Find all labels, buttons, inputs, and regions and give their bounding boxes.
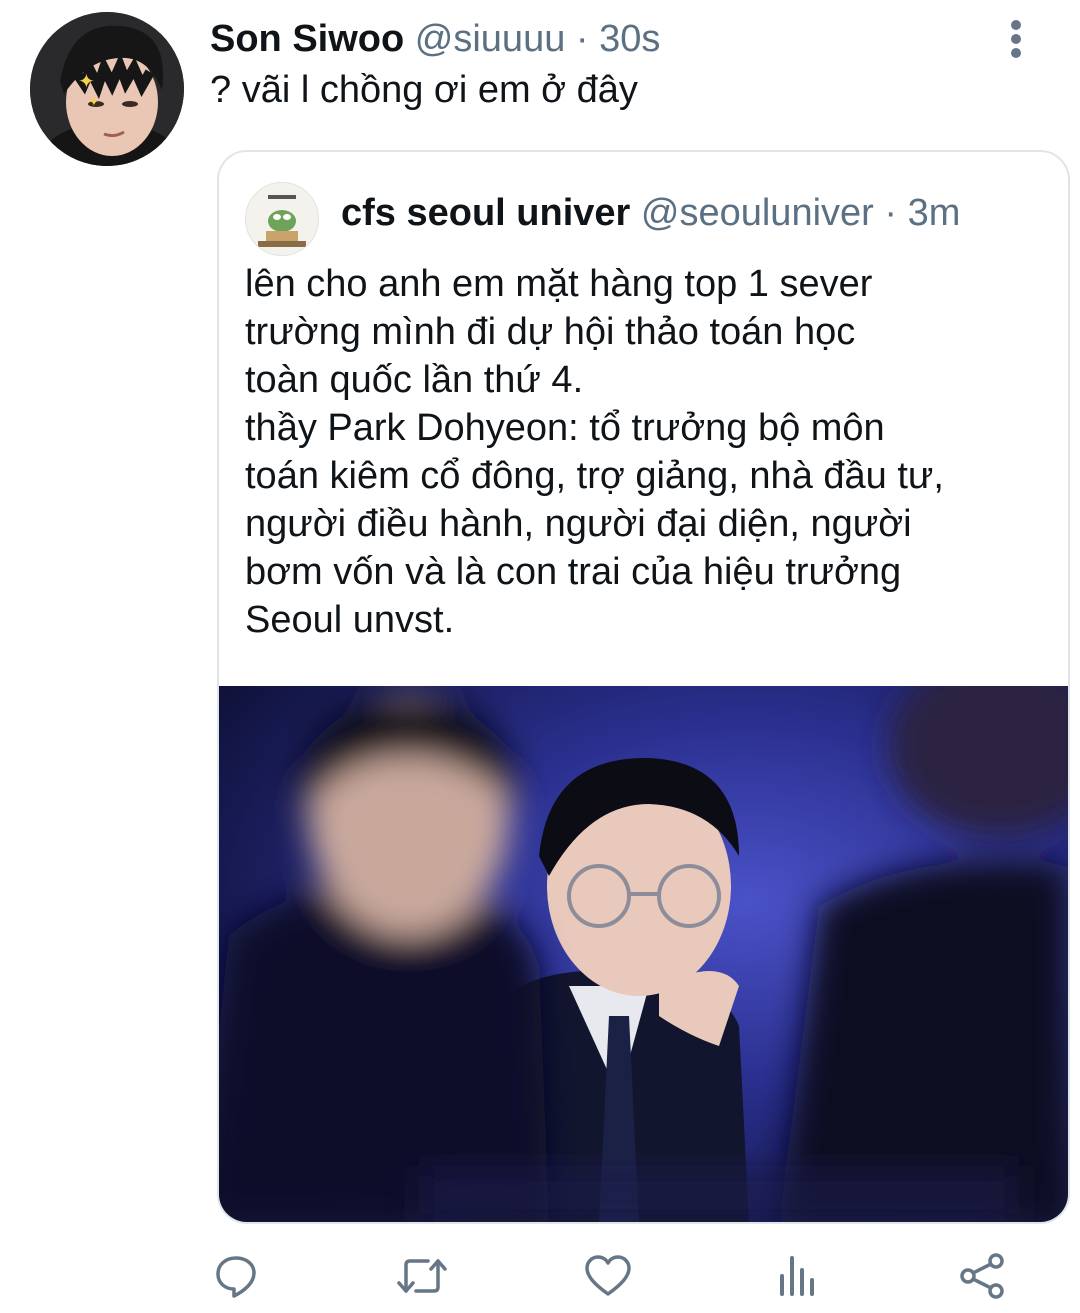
retweet-button[interactable] — [394, 1248, 450, 1304]
reply-button[interactable] — [208, 1248, 264, 1304]
share-icon — [960, 1253, 1004, 1299]
quoted-text-line: người điều hành, người đại diện, người — [245, 503, 912, 545]
quoted-tweet-header: cfs seoul univer @seouluniver · 3m — [341, 190, 960, 236]
tweet-header: Son Siwoo @siuuuu · 30s — [210, 16, 660, 62]
analytics-icon — [780, 1256, 814, 1296]
quoted-text-line: toán kiêm cổ đông, trợ giảng, nhà đầu tư… — [245, 455, 944, 497]
quoted-tweet-photo[interactable] — [219, 686, 1068, 1222]
quoted-text-line: Seoul unvst. — [245, 599, 455, 641]
quoted-tweet-card[interactable]: cfs seoul univer @seouluniver · 3m lên c… — [217, 150, 1070, 1224]
user-handle[interactable]: @siuuuu — [415, 18, 566, 60]
author-avatar[interactable]: ✦ ✦ — [30, 12, 184, 166]
tweet-text: ? vãi l chồng ơi em ở đây — [210, 69, 638, 111]
photo-man-in-suit-glasses-icon — [219, 686, 1068, 1222]
display-name[interactable]: Son Siwoo — [210, 18, 404, 60]
user-avatar-icon: ✦ ✦ — [30, 12, 184, 166]
quoted-user-handle[interactable]: @seouluniver — [641, 192, 874, 234]
quoted-tweet-timestamp[interactable]: 3m — [908, 192, 961, 234]
tweet-timestamp[interactable]: 30s — [599, 18, 660, 60]
quoted-text-line: bơm vốn và là con trai của hiệu trưởng — [245, 551, 902, 593]
like-icon — [585, 1255, 631, 1296]
quoted-text-line: toàn quốc lần thứ 4. — [245, 359, 584, 401]
more-options-button[interactable] — [996, 14, 1036, 64]
quoted-tweet-text: lên cho anh em mặt hàng top 1 sever trườ… — [245, 260, 1045, 644]
quoted-header-separator: · — [884, 192, 898, 234]
tweet-action-bar — [0, 1248, 1080, 1308]
share-button[interactable] — [954, 1248, 1010, 1304]
retweet-icon — [397, 1259, 447, 1293]
quoted-display-name[interactable]: cfs seoul univer — [341, 192, 630, 234]
like-button[interactable] — [580, 1248, 636, 1304]
pepe-avatar-icon — [246, 183, 318, 255]
quoted-author-avatar[interactable] — [245, 182, 319, 256]
svg-text:✦: ✦ — [88, 94, 100, 110]
more-vertical-icon — [1011, 20, 1021, 58]
analytics-button[interactable] — [768, 1248, 824, 1304]
reply-icon — [216, 1256, 256, 1298]
quoted-text-line: trường mình đi dự hội thảo toán học — [245, 311, 856, 353]
quoted-text-line: thầy Park Dohyeon: tổ trưởng bộ môn — [245, 407, 885, 449]
svg-text:✦: ✦ — [78, 69, 95, 93]
header-separator: · — [575, 18, 589, 60]
quoted-text-line: lên cho anh em mặt hàng top 1 sever — [245, 263, 873, 305]
